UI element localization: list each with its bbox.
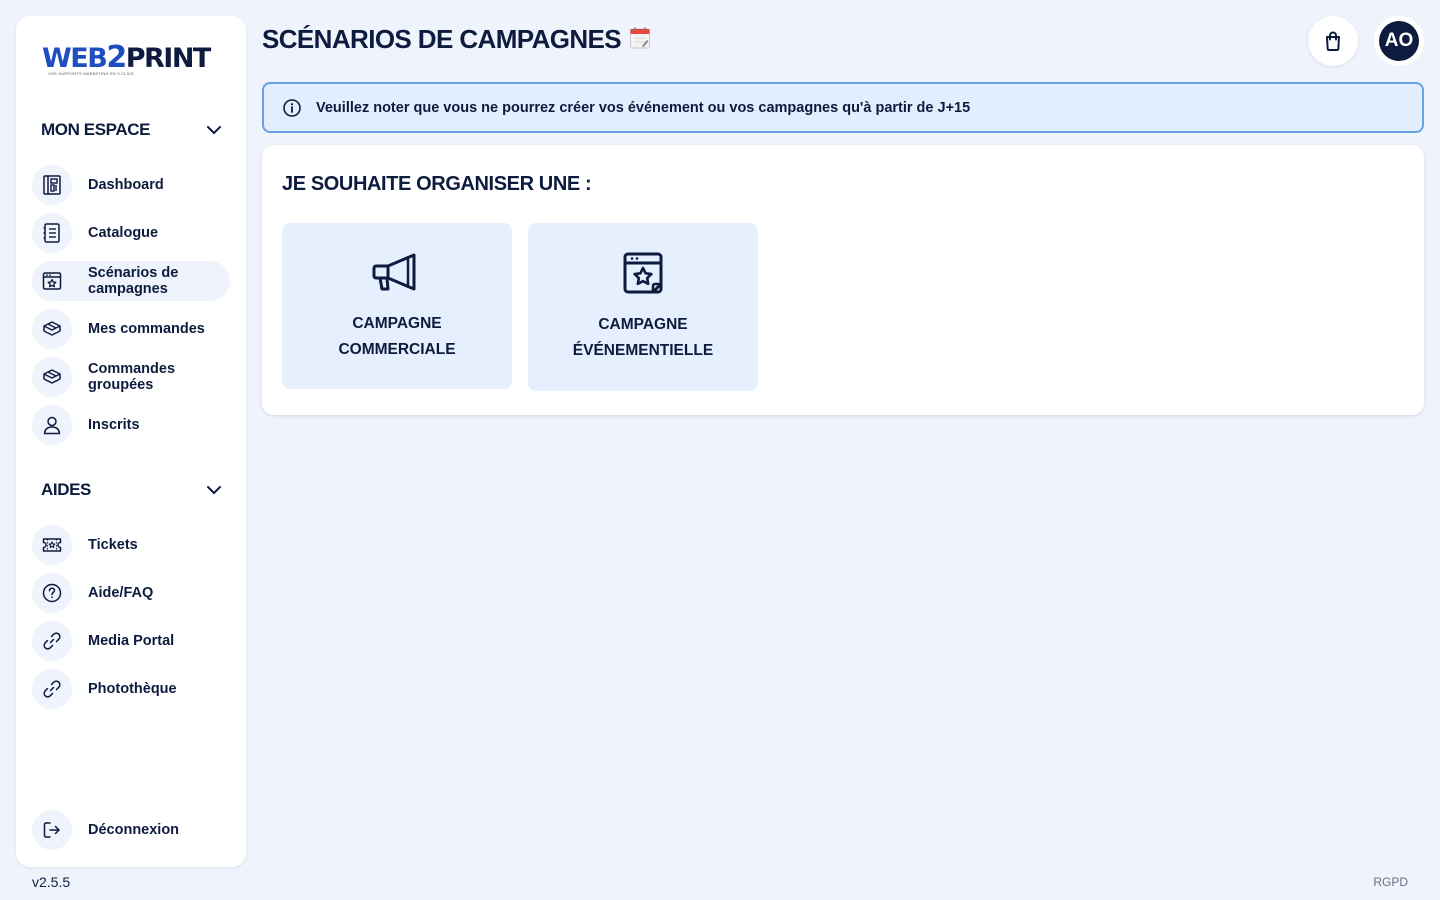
sidebar-item-aide-faq[interactable]: Aide/FAQ: [32, 573, 230, 613]
question-icon: [32, 573, 72, 613]
sidebar-item-media-portal[interactable]: Media Portal: [32, 621, 230, 661]
section-title-aides: AIDES: [41, 480, 91, 499]
avatar: AO: [1379, 21, 1419, 61]
sidebar-item-scenarios-de-campagnes[interactable]: Scénarios de campagnes: [32, 261, 230, 301]
sidebar-item-label: Inscrits: [88, 417, 140, 433]
sidebar-item-label: Scénarios de campagnes: [88, 265, 179, 297]
sidebar-item-phototheque[interactable]: Photothèque: [32, 669, 230, 709]
calendar-emoji-icon: [630, 27, 651, 49]
user-icon: [32, 405, 72, 445]
sidebar-item-label: Media Portal: [88, 633, 175, 649]
section-title-mon-espace: MON ESPACE: [41, 120, 151, 139]
option-label: CAMPAGNE ÉVÉNEMENTIELLE: [572, 316, 714, 359]
sidebar: WEB2PRINT VOS SUPPORTS MARKETING EN 3 CL…: [16, 16, 246, 867]
sidebar-item-label: Photothèque: [88, 681, 177, 697]
campaign-type-card: JE SOUHAITE ORGANISER UNE : CAMPAGNE COM…: [262, 145, 1424, 415]
option-campagne-commerciale[interactable]: CAMPAGNE COMMERCIALE: [282, 223, 512, 389]
app-version: v2.5.5: [32, 874, 71, 890]
sidebar-item-catalogue[interactable]: Catalogue: [32, 213, 230, 253]
sidebar-item-tickets[interactable]: Tickets: [32, 525, 230, 565]
sidebar-item-dashboard[interactable]: Dashboard: [32, 165, 230, 205]
sidebar-item-label: Aide/FAQ: [88, 585, 154, 601]
dashboard-icon: [32, 165, 72, 205]
sidebar-item-label: Dashboard: [88, 177, 164, 193]
info-icon: [283, 98, 301, 117]
sidebar-item-commandes-groupees[interactable]: Commandes groupées: [32, 357, 230, 397]
calendar-star-icon: [32, 261, 72, 301]
catalogue-icon: [32, 213, 72, 253]
box-icon: [32, 309, 72, 349]
sidebar-item-label: Catalogue: [88, 225, 159, 241]
link-icon: [32, 669, 72, 709]
ticket-icon: [32, 525, 72, 565]
notice-text: Veuillez noter que vous ne pourrez créer…: [316, 99, 971, 116]
page-title-text: SCÉNARIOS DE CAMPAGNES: [262, 24, 622, 54]
page-title: SCÉNARIOS DE CAMPAGNES: [262, 24, 651, 55]
logout-button[interactable]: Déconnexion: [32, 810, 230, 850]
sidebar-item-label: Mes commandes: [88, 321, 205, 337]
info-notice: Veuillez noter que vous ne pourrez créer…: [262, 82, 1424, 133]
sidebar-item-label: Tickets: [88, 537, 138, 553]
rgpd-link[interactable]: RGPD: [1373, 875, 1408, 889]
option-label: CAMPAGNE COMMERCIALE: [338, 315, 456, 358]
chevron-down-icon[interactable]: [205, 121, 223, 139]
logout-icon: [32, 810, 72, 850]
option-campagne-evenementielle[interactable]: CAMPAGNE ÉVÉNEMENTIELLE: [528, 223, 758, 391]
chevron-down-icon[interactable]: [205, 481, 223, 499]
box-icon: [32, 357, 72, 397]
logo-wordmark: WEB2PRINT: [42, 40, 211, 75]
web2print-logo[interactable]: WEB2PRINT VOS SUPPORTS MARKETING EN 3 CL…: [42, 40, 222, 78]
card-heading: JE SOUHAITE ORGANISER UNE :: [282, 173, 592, 195]
user-avatar-button[interactable]: AO: [1374, 16, 1424, 66]
logout-label: Déconnexion: [88, 822, 180, 838]
sidebar-item-label: Commandes groupées: [88, 361, 176, 393]
calendar-star-icon: [623, 252, 663, 294]
cart-button[interactable]: [1308, 16, 1358, 66]
sidebar-item-inscrits[interactable]: Inscrits: [32, 405, 230, 445]
megaphone-icon: [372, 253, 416, 291]
shopping-bag-icon: [1326, 31, 1340, 51]
logo-tagline: VOS SUPPORTS MARKETING EN 3 CLICS: [48, 71, 134, 76]
link-icon: [32, 621, 72, 661]
sidebar-item-mes-commandes[interactable]: Mes commandes: [32, 309, 230, 349]
